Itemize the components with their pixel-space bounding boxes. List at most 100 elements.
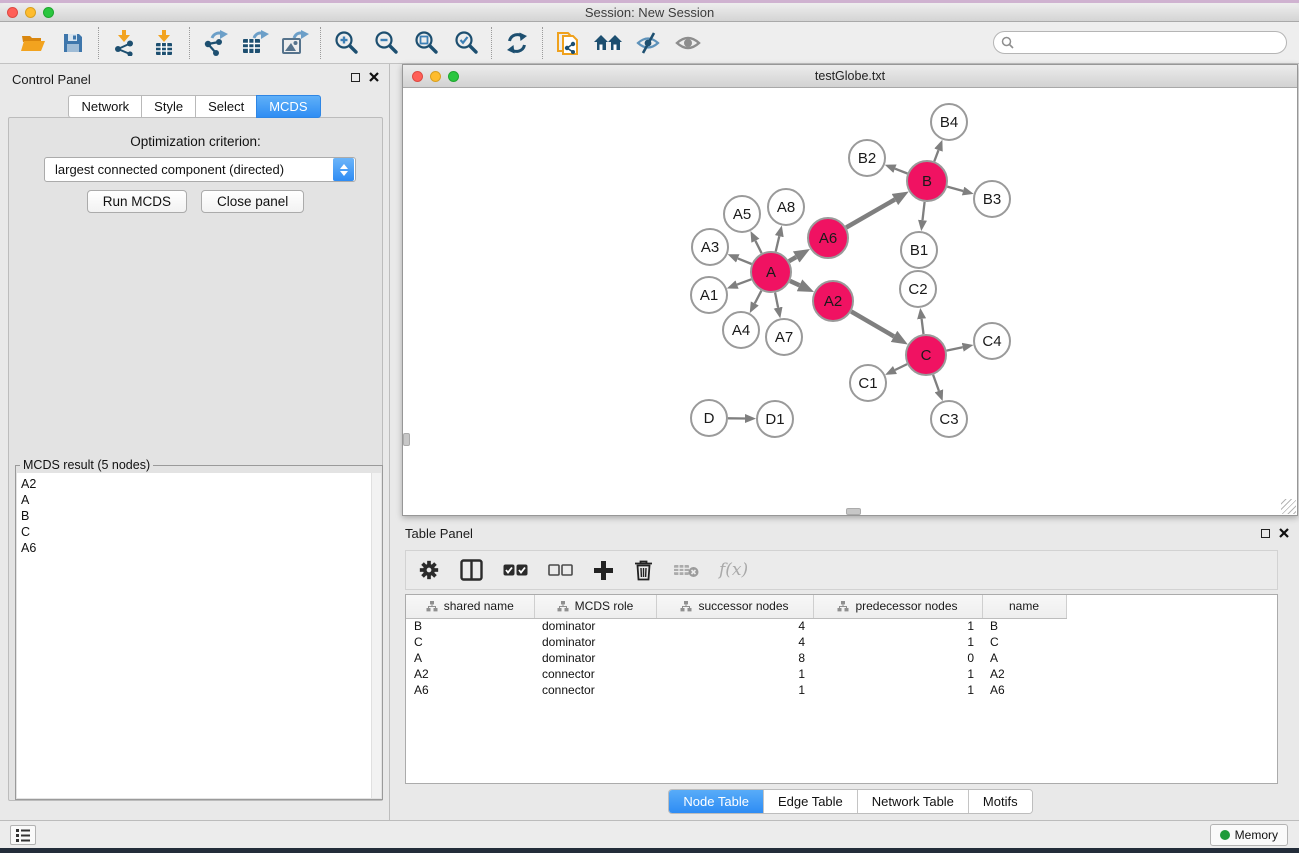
close-window-button[interactable] (7, 7, 18, 18)
tab-select[interactable]: Select (195, 95, 256, 118)
mcds-result-item[interactable]: A6 (21, 540, 371, 556)
function-builder-button[interactable]: f(x) (719, 560, 748, 580)
task-history-button[interactable] (10, 825, 36, 845)
graph-node-C2[interactable]: C2 (900, 271, 936, 307)
run-mcds-button[interactable]: Run MCDS (87, 190, 187, 213)
graph-edge-C-C2[interactable] (922, 319, 924, 334)
network-canvas[interactable]: AA1A2A3A4A5A6A7A8BB1B2B3B4CC1C2C3C4DD1 (403, 88, 1297, 515)
result-list-scrollbar[interactable] (371, 473, 381, 798)
graph-edge-B-B2[interactable] (895, 169, 907, 174)
zoom-out-button[interactable] (371, 28, 401, 58)
criterion-dropdown[interactable]: largest connected component (directed) (44, 157, 356, 182)
add-column-button[interactable] (593, 560, 614, 581)
export-table-button[interactable] (240, 28, 270, 58)
table-cell[interactable]: dominator (534, 634, 656, 650)
graph-node-A5[interactable]: A5 (724, 196, 760, 232)
open-session-button[interactable] (18, 28, 48, 58)
export-network-button[interactable] (200, 28, 230, 58)
table-cell[interactable]: A2 (982, 666, 1066, 682)
mcds-result-item[interactable]: A2 (21, 476, 371, 492)
table-cell[interactable]: B (406, 618, 534, 634)
export-image-button[interactable] (280, 28, 310, 58)
table-row[interactable]: A6connector11A6 (406, 682, 1066, 698)
graph-node-A3[interactable]: A3 (692, 229, 728, 265)
import-table-button[interactable] (149, 28, 179, 58)
table-cell[interactable]: A6 (406, 682, 534, 698)
table-cell[interactable]: 0 (813, 650, 982, 666)
table-cell[interactable]: dominator (534, 618, 656, 634)
table-cell[interactable]: 1 (656, 666, 813, 682)
save-session-button[interactable] (58, 28, 88, 58)
graph-node-A4[interactable]: A4 (723, 312, 759, 348)
graph-node-D1[interactable]: D1 (757, 401, 793, 437)
graph-edge-B-B4[interactable] (934, 150, 938, 161)
graph-edge-A-A5[interactable] (755, 241, 761, 253)
tab-edge-table[interactable]: Edge Table (764, 790, 858, 813)
table-cell[interactable]: connector (534, 666, 656, 682)
graph-edge-C-C3[interactable] (933, 375, 939, 391)
select-all-button[interactable] (503, 564, 528, 576)
hide-graphics-details-button[interactable] (633, 28, 663, 58)
table-cell[interactable]: 1 (813, 618, 982, 634)
graph-edge-B-B1[interactable] (923, 202, 925, 220)
zoom-in-button[interactable] (331, 28, 361, 58)
network-documents-button[interactable] (553, 28, 583, 58)
network-minimize-button[interactable] (430, 71, 441, 82)
mcds-result-item[interactable]: B (21, 508, 371, 524)
tab-network[interactable]: Network (68, 95, 141, 118)
table-cell[interactable]: A6 (982, 682, 1066, 698)
float-panel-icon[interactable] (351, 73, 360, 82)
refresh-layout-button[interactable] (502, 28, 532, 58)
delete-table-button[interactable] (673, 562, 699, 578)
column-header-name[interactable]: name (982, 595, 1066, 618)
graph-edge-A-A6[interactable] (789, 257, 796, 261)
table-cell[interactable]: A (406, 650, 534, 666)
window-resize-grip[interactable] (1281, 499, 1296, 514)
graph-edge-A-A3[interactable] (738, 258, 752, 264)
tab-node-table[interactable]: Node Table (669, 790, 764, 813)
table-cell[interactable]: C (406, 634, 534, 650)
zoom-fit-button[interactable] (411, 28, 441, 58)
graph-node-A8[interactable]: A8 (768, 189, 804, 225)
graph-edge-A-A8[interactable] (776, 236, 780, 251)
mcds-result-item[interactable]: C (21, 524, 371, 540)
network-zoom-button[interactable] (448, 71, 459, 82)
graph-edge-A-A4[interactable] (755, 291, 762, 304)
tab-mcds[interactable]: MCDS (256, 95, 320, 118)
minimize-window-button[interactable] (25, 7, 36, 18)
delete-column-button[interactable] (634, 559, 653, 581)
graph-node-B2[interactable]: B2 (849, 140, 885, 176)
table-cell[interactable]: connector (534, 682, 656, 698)
graph-node-B4[interactable]: B4 (931, 104, 967, 140)
graph-node-D[interactable]: D (691, 400, 727, 436)
graph-node-A2[interactable]: A2 (813, 281, 853, 321)
float-table-panel-icon[interactable] (1261, 529, 1270, 538)
close-panel-button[interactable]: Close panel (201, 190, 304, 213)
graph-node-B3[interactable]: B3 (974, 181, 1010, 217)
network-close-button[interactable] (412, 71, 423, 82)
graph-node-A6[interactable]: A6 (808, 218, 848, 258)
table-cell[interactable]: B (982, 618, 1066, 634)
import-network-button[interactable] (109, 28, 139, 58)
graph-edge-C-C4[interactable] (947, 347, 963, 350)
column-header-MCDS-role[interactable]: MCDS role (534, 595, 656, 618)
table-cell[interactable]: A2 (406, 666, 534, 682)
graph-node-C4[interactable]: C4 (974, 323, 1010, 359)
graph-node-A7[interactable]: A7 (766, 319, 802, 355)
table-cell[interactable]: dominator (534, 650, 656, 666)
graph-edge-C-C1[interactable] (895, 364, 907, 370)
home-networks-button[interactable] (593, 28, 623, 58)
table-row[interactable]: Bdominator41B (406, 618, 1066, 634)
table-cell[interactable]: 1 (813, 666, 982, 682)
zoom-selected-button[interactable] (451, 28, 481, 58)
table-settings-button[interactable] (418, 559, 440, 581)
deselect-all-button[interactable] (548, 564, 573, 576)
tab-style[interactable]: Style (141, 95, 195, 118)
graph-edge-A6-B[interactable] (846, 200, 895, 228)
table-cell[interactable]: 1 (813, 682, 982, 698)
zoom-window-button[interactable] (43, 7, 54, 18)
table-cell[interactable]: A (982, 650, 1066, 666)
tab-motifs[interactable]: Motifs (969, 790, 1032, 813)
table-cell[interactable]: 8 (656, 650, 813, 666)
graph-node-C3[interactable]: C3 (931, 401, 967, 437)
